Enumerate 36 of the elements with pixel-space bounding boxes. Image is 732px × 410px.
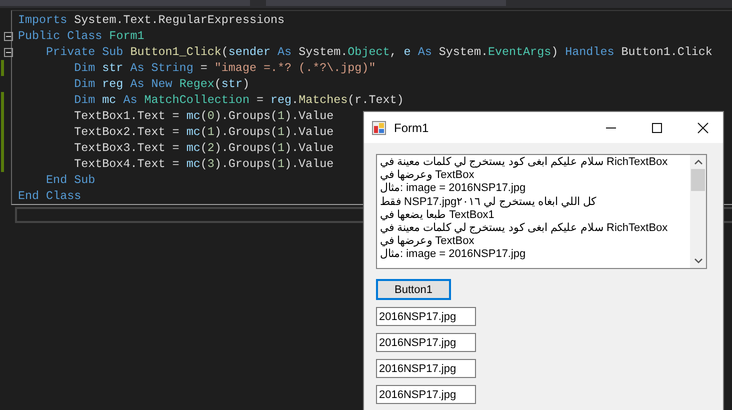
text-field[interactable]: 2016NSP17.jpg [376,359,476,378]
code-line: Dim reg As New Regex(str) [73,77,250,91]
scrollbar[interactable] [690,155,706,268]
text-field[interactable]: 2016NSP17.jpg [376,333,476,352]
scroll-down-icon[interactable] [694,258,702,264]
rich-text-box[interactable] [376,154,707,269]
text-field[interactable]: 2016NSP17.jpg [376,385,476,404]
scroll-thumb[interactable] [691,169,705,191]
form-icon [372,120,386,134]
code-line: TextBox2.Text = mc(1).Groups(1).Value [73,125,334,139]
text-field[interactable]: 2016NSP17.jpg [376,307,476,326]
code-line: Dim str As String = "image =.*? (.*?\.jpg)" [73,61,376,75]
code-line: Public Class Form1 [18,29,144,43]
text-line: مثال: image = 2016NSP17.jpg [380,182,527,196]
window-title: Form1 [394,120,429,134]
text-line: فقط NSP17.jpgكل اللي ابغاه يستخرج لي ٢٠١٦ [380,196,598,209]
code-line: Imports System.Text.RegularExpressions [18,13,285,27]
button[interactable]: Button1 [376,279,451,300]
code-line: TextBox4.Text = mc(3).Groups(1).Value [73,157,334,171]
text-line: وعرضها في TextBox [380,235,476,248]
code-line: Dim mc As MatchCollection = reg.Matches(r.Text) [73,93,404,107]
code-line: Private Sub Button1_Click(sender As System.Object, e As System.EventArgs) Handles Button1.Click [45,45,712,59]
maximize-icon[interactable] [651,122,663,134]
code-line: TextBox3.Text = mc(2).Groups(1).Value [73,141,334,155]
text-line: سلام عليكم ابغى كود يستخرج لي كلمات معينة في RichTextBox [380,156,669,170]
text-line: طبعا يضعها في TextBox1 [380,208,496,222]
code-line: End Sub [45,173,96,187]
collapse-icon[interactable] [4,32,13,40]
code-line: End Class [18,189,82,203]
text-line: سلام عليكم ابغى كود يستخرج لي كلمات معينة في RichTextBox [380,222,669,236]
collapse-icon[interactable] [4,48,13,56]
text-line: وعرضها في TextBox [380,169,476,182]
close-icon[interactable] [697,122,709,134]
code-line: TextBox1.Text = mc(0).Groups(1).Value [73,109,334,123]
scroll-up-icon[interactable] [694,159,702,165]
text-line: مثال: image = 2016NSP17.jpg [380,248,527,262]
